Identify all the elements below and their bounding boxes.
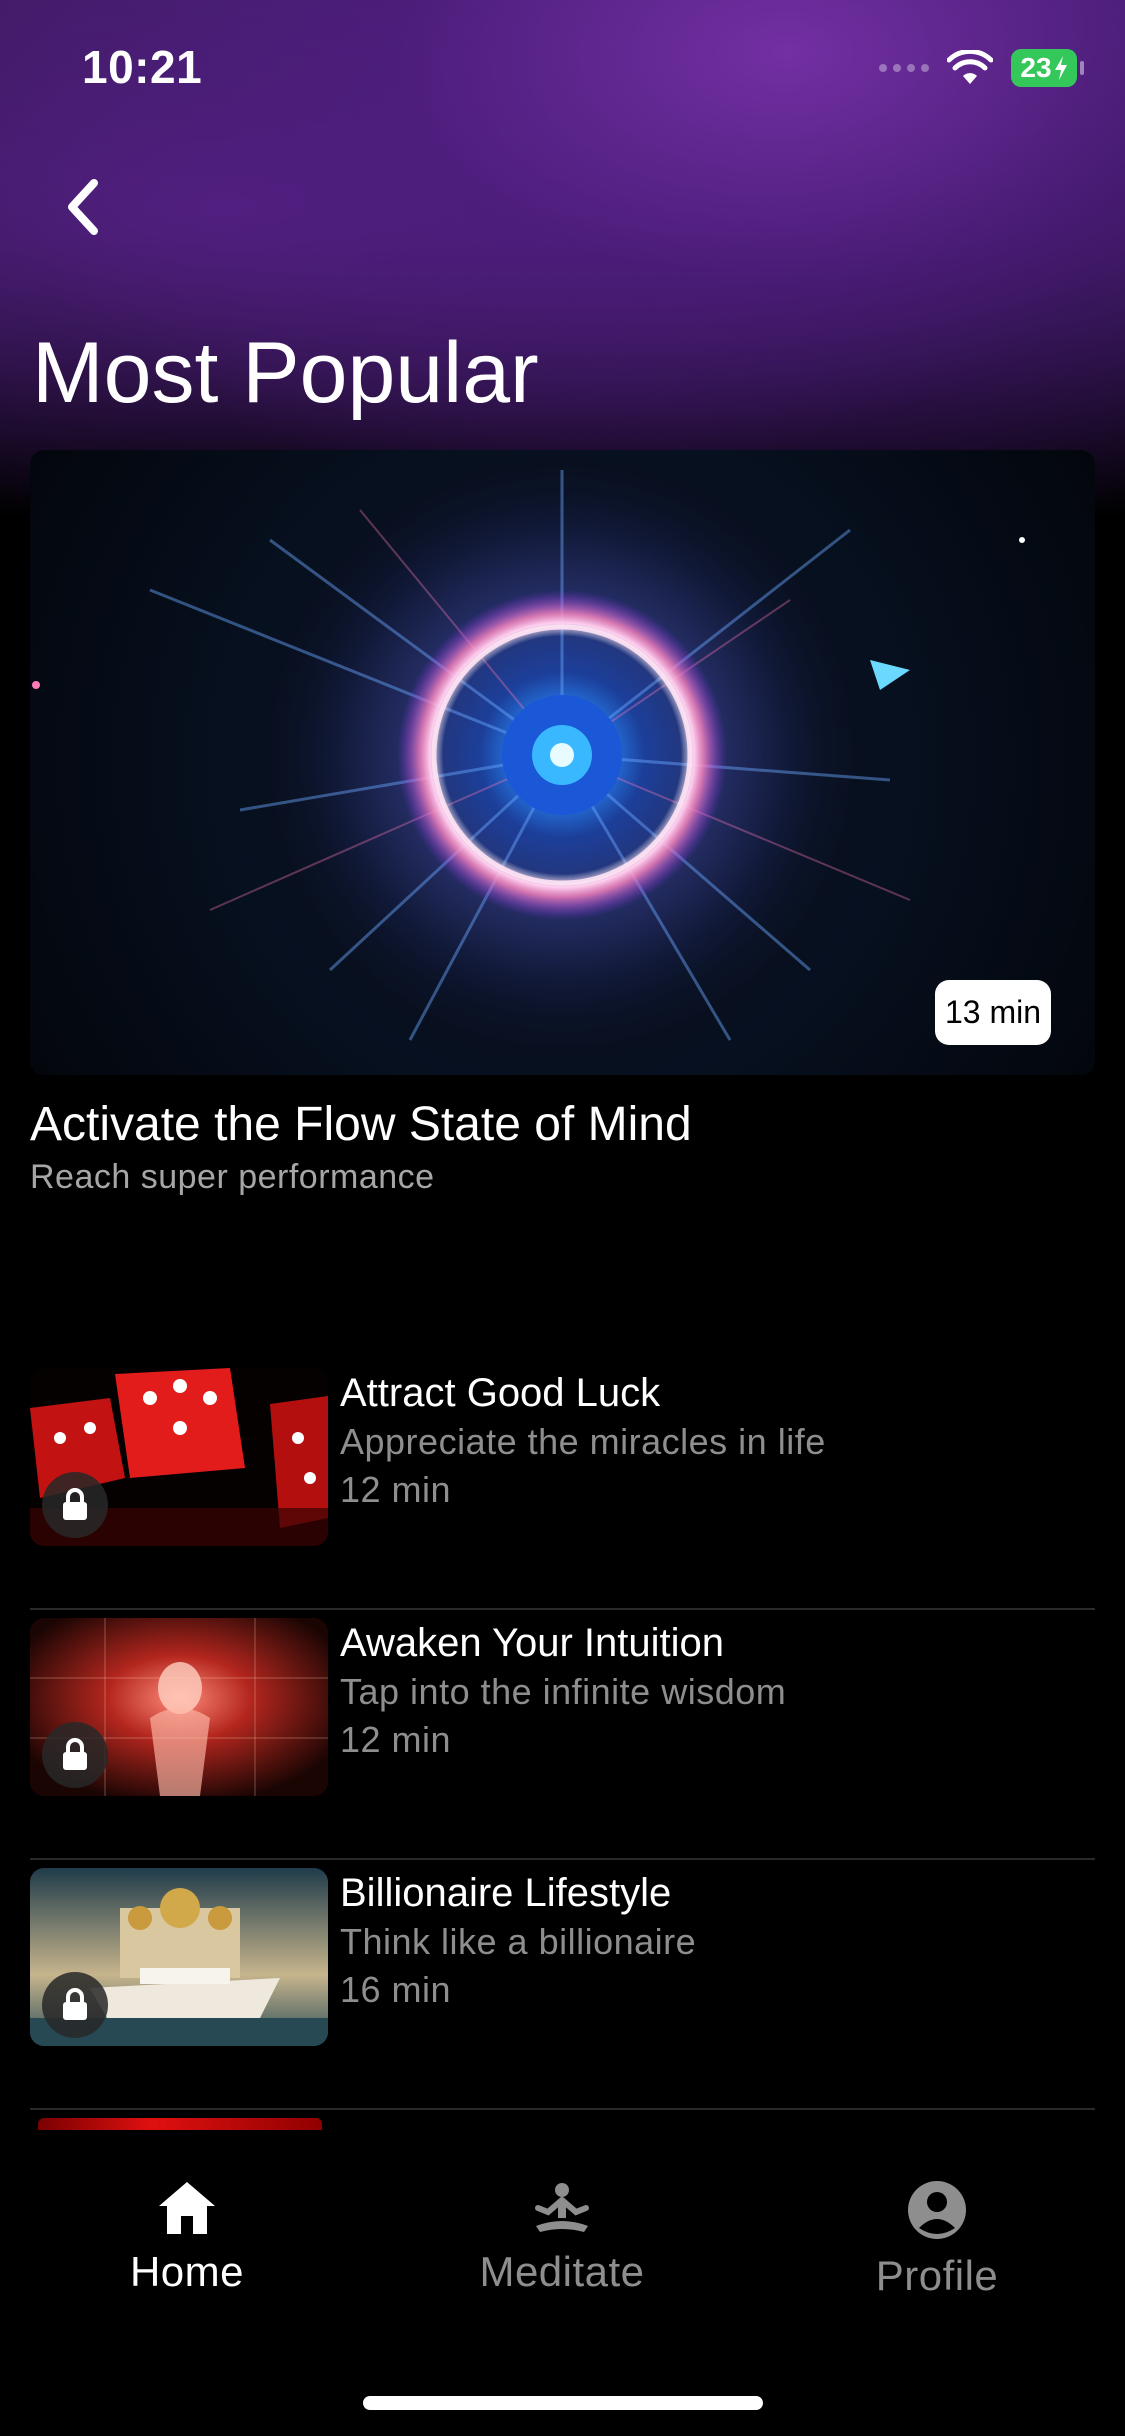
lock-badge — [42, 1472, 108, 1538]
lock-icon — [63, 1988, 87, 2020]
lock-icon — [63, 1488, 87, 1520]
home-indicator — [363, 2396, 763, 2410]
profile-icon — [908, 2181, 966, 2239]
list-item-subtitle: Tap into the infinite wisdom — [340, 1671, 787, 1712]
list-item[interactable]: Attract Good Luck Appreciate the miracle… — [30, 1360, 1095, 1610]
list-item[interactable]: Billionaire Lifestyle Think like a billi… — [30, 1860, 1095, 2110]
charging-bolt-icon — [1054, 56, 1067, 80]
featured-subtitle: Reach super performance — [30, 1158, 435, 1196]
chevron-left-icon — [68, 179, 98, 235]
wifi-icon — [947, 50, 993, 84]
meditation-list: Attract Good Luck Appreciate the miracle… — [30, 1360, 1095, 2110]
status-time: 10:21 — [82, 41, 203, 93]
list-item-text: Billionaire Lifestyle Think like a billi… — [340, 1860, 696, 2014]
list-item-duration: 12 min — [340, 1469, 452, 1510]
tab-profile[interactable]: Profile — [807, 2180, 1067, 2300]
battery-level: 23 — [1020, 52, 1052, 83]
back-button[interactable] — [52, 172, 112, 242]
home-icon — [159, 2182, 215, 2234]
list-item[interactable]: Awaken Your Intuition Tap into the infin… — [30, 1610, 1095, 1860]
list-item-text: Attract Good Luck Appreciate the miracle… — [340, 1360, 826, 1514]
thumbnail-billionaire — [30, 1868, 328, 2046]
list-item-text: Awaken Your Intuition Tap into the infin… — [340, 1610, 786, 1764]
page-title: Most Popular — [32, 325, 539, 421]
tab-label-meditate: Meditate — [479, 2248, 645, 2295]
cosmic-eye-artwork — [32, 450, 1025, 1075]
battery-icon: 23 — [1011, 49, 1084, 87]
lock-icon — [63, 1738, 87, 1770]
tab-meditate[interactable]: Meditate — [432, 2180, 692, 2296]
duration-badge: 13 min — [934, 980, 1051, 1045]
thumbnail-intuition — [30, 1618, 328, 1796]
next-item-thumbnail-peek — [38, 2118, 322, 2130]
list-item-title: Billionaire Lifestyle — [340, 1871, 672, 1915]
tab-label-home: Home — [129, 2248, 245, 2295]
cellular-signal-icon — [879, 64, 929, 72]
list-item-subtitle: Appreciate the miracles in life — [340, 1421, 826, 1462]
tab-home[interactable]: Home — [57, 2180, 317, 2296]
featured-card[interactable]: 13 min Activate the Flow State of Mind R… — [30, 450, 1095, 1199]
meditate-icon — [535, 2183, 589, 2232]
thumbnail-dice — [30, 1368, 328, 1546]
list-item-duration: 16 min — [340, 1969, 452, 2010]
list-item-title: Attract Good Luck — [340, 1371, 661, 1415]
featured-title: Activate the Flow State of Mind — [30, 1098, 692, 1151]
list-item-title: Awaken Your Intuition — [340, 1621, 725, 1665]
tab-label-profile: Profile — [875, 2252, 999, 2299]
lock-badge — [42, 1972, 108, 2038]
list-item-duration: 12 min — [340, 1719, 452, 1760]
status-icons: 23 — [879, 46, 1084, 90]
featured-image: 13 min — [30, 450, 1095, 1075]
list-item-subtitle: Think like a billionaire — [340, 1921, 697, 1962]
lock-badge — [42, 1722, 108, 1788]
